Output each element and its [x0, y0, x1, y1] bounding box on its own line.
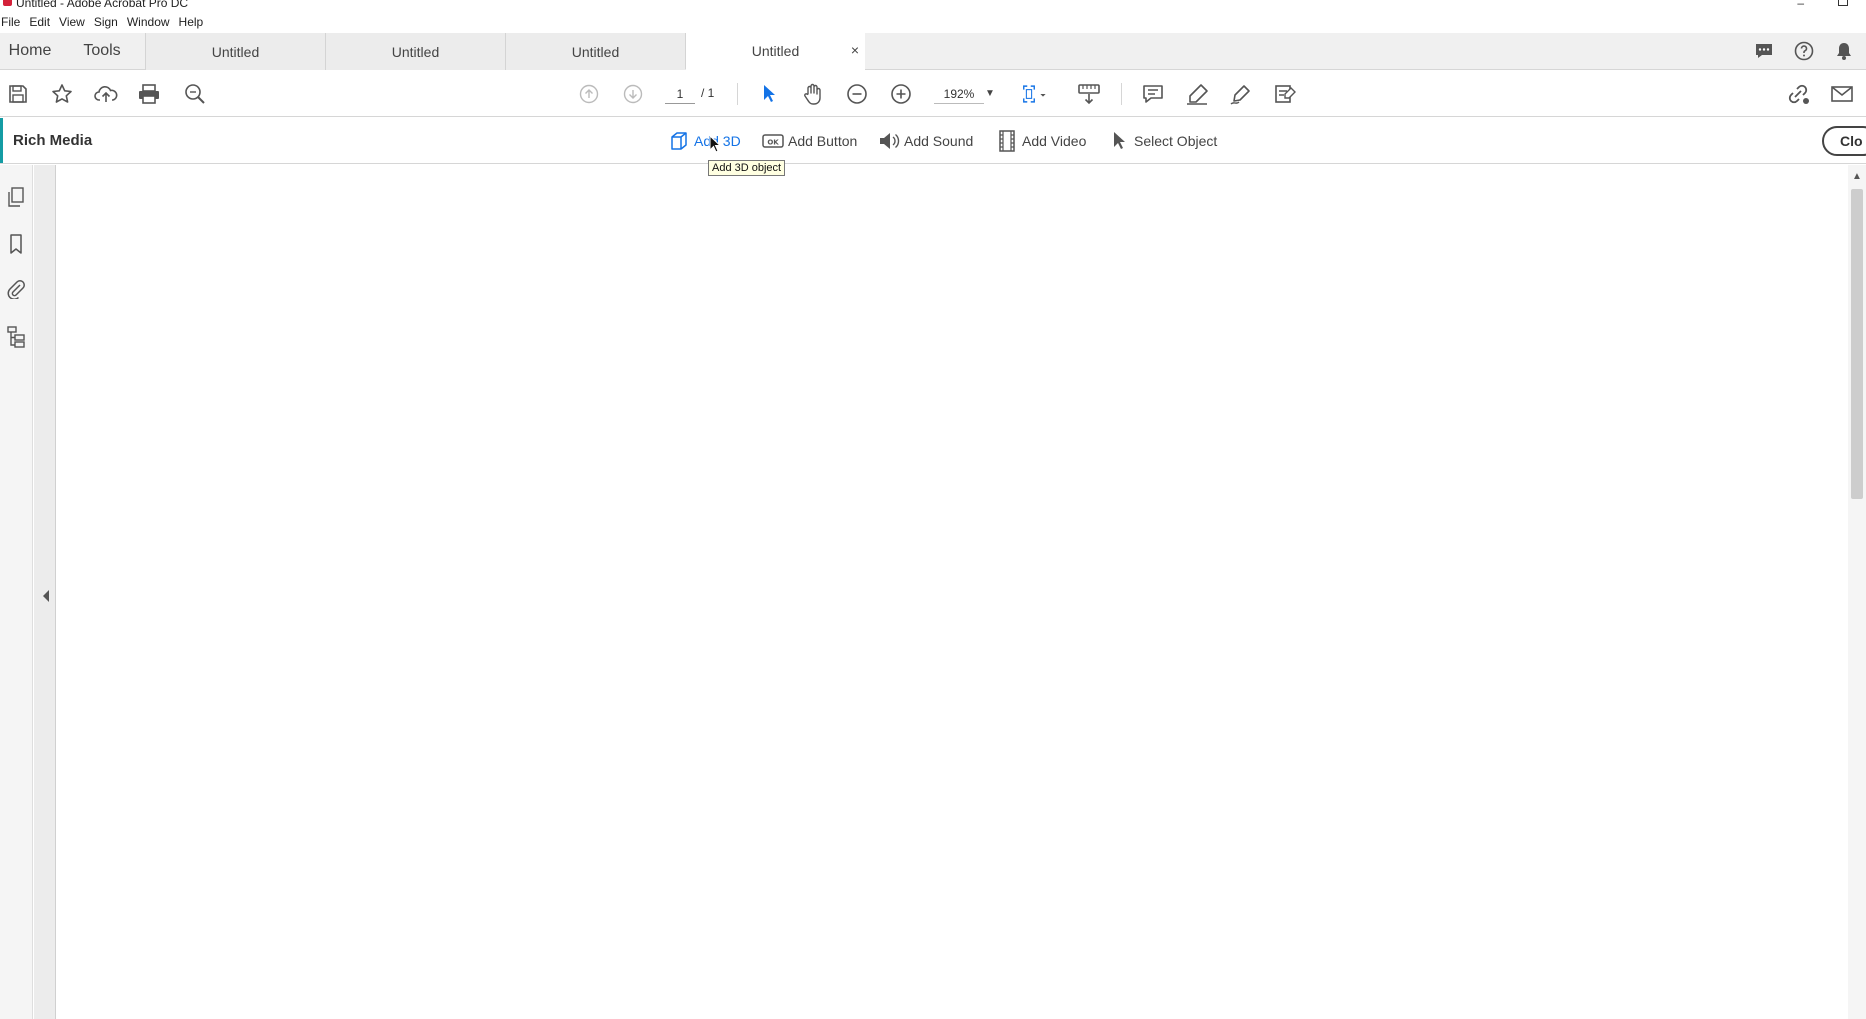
comment-icon[interactable] [1139, 80, 1167, 108]
sign-icon[interactable] [1227, 80, 1255, 108]
add-button-label: Add Button [788, 133, 858, 149]
bookmark-icon[interactable] [4, 232, 28, 256]
restore-button[interactable] [1838, 0, 1848, 6]
rich-media-title: Rich Media [13, 132, 93, 149]
add-button-button[interactable]: OK Add Button [762, 129, 857, 153]
zoom-out-icon[interactable] [843, 80, 871, 108]
add-3d-button[interactable]: Add 3D [668, 129, 741, 153]
menu-view[interactable]: View [59, 15, 94, 29]
search-zoom-icon[interactable] [181, 80, 209, 108]
upload-icon[interactable] [92, 80, 120, 108]
attachment-icon[interactable] [4, 277, 28, 301]
bell-icon[interactable] [1830, 33, 1858, 69]
collapse-panel-icon[interactable] [43, 590, 49, 602]
document-viewport[interactable] [34, 165, 1848, 1019]
rich-media-toolbar: Rich Media Add 3D OK Add Button Add Soun… [0, 118, 1866, 164]
menu-window[interactable]: Window [127, 15, 179, 29]
layers-tree-icon[interactable] [4, 325, 28, 349]
redact-icon[interactable] [1271, 80, 1299, 108]
scroll-up-icon[interactable]: ▲ [1852, 171, 1862, 182]
minimize-button[interactable]: – [1797, 0, 1804, 10]
acrobat-logo-icon [3, 0, 12, 6]
tab-close-icon[interactable]: × [851, 42, 859, 58]
document-tab-label: Untitled [751, 43, 800, 59]
save-icon[interactable] [4, 80, 32, 108]
star-icon[interactable] [48, 80, 76, 108]
cube-icon [668, 130, 690, 152]
left-nav-panel [0, 165, 33, 1019]
highlight-icon[interactable] [1183, 80, 1211, 108]
document-tab-label: Untitled [391, 43, 440, 60]
speaker-icon [878, 130, 900, 152]
menu-file[interactable]: File [1, 15, 29, 29]
svg-text:OK: OK [767, 139, 779, 147]
vertical-scrollbar[interactable]: ▲ [1848, 165, 1866, 1019]
help-icon[interactable] [1790, 33, 1818, 69]
toolbar-divider [1121, 83, 1122, 105]
tooltip: Add 3D object [708, 160, 786, 176]
document-tab[interactable]: Untitled [325, 33, 505, 70]
tabbar-actions [1738, 33, 1866, 69]
rich-media-accent-bar [0, 118, 3, 163]
fit-page-icon[interactable] [1022, 80, 1050, 108]
zoom-level-input[interactable]: 192% [934, 84, 984, 104]
print-icon[interactable] [135, 80, 163, 108]
scrollbar-thumb[interactable] [1851, 189, 1863, 499]
ok-button-icon: OK [762, 130, 784, 152]
add-video-button[interactable]: Add Video [996, 129, 1086, 153]
document-tab[interactable]: Untitled [505, 33, 685, 70]
prev-page-icon[interactable] [575, 80, 603, 108]
chat-icon[interactable] [1750, 33, 1778, 69]
select-object-button[interactable]: Select Object [1108, 129, 1217, 153]
menu-bar: File Edit View Sign Window Help [0, 12, 212, 32]
page-total: / 1 [701, 86, 715, 100]
document-tab-active[interactable]: Untitled × [685, 33, 865, 70]
add-sound-label: Add Sound [904, 133, 974, 149]
email-icon[interactable] [1828, 80, 1856, 108]
page-thumbnails-icon[interactable] [4, 185, 28, 209]
add-video-label: Add Video [1022, 133, 1087, 149]
tab-home[interactable]: Home [0, 33, 60, 69]
film-icon [996, 130, 1018, 152]
window-title: Untitled - Adobe Acrobat Pro DC [16, 0, 189, 10]
select-object-label: Select Object [1134, 133, 1218, 149]
mouse-cursor-icon [709, 135, 721, 153]
zoom-dropdown-icon[interactable]: ▼ [985, 88, 995, 99]
tab-tools[interactable]: Tools [62, 33, 142, 69]
share-link-icon[interactable] [1784, 80, 1812, 108]
document-page[interactable] [55, 165, 1848, 1019]
menu-help[interactable]: Help [179, 15, 213, 29]
acrobat-window: Untitled - Adobe Acrobat Pro DC – File E… [0, 0, 1866, 1019]
main-toolbar: 1 / 1 192% ▼ [0, 71, 1866, 117]
page-number-input[interactable]: 1 [665, 84, 695, 104]
zoom-in-icon[interactable] [887, 80, 915, 108]
next-page-icon[interactable] [619, 80, 647, 108]
close-rich-media-button[interactable]: Clo [1822, 126, 1866, 156]
add-sound-button[interactable]: Add Sound [878, 129, 973, 153]
title-bar: Untitled - Adobe Acrobat Pro DC – [0, 0, 1866, 10]
arrow-cursor-icon [1108, 130, 1130, 152]
toolbar-divider [737, 83, 738, 105]
document-tab-label: Untitled [571, 43, 620, 60]
document-tab-label: Untitled [211, 43, 260, 60]
menu-sign[interactable]: Sign [94, 15, 127, 29]
menu-edit[interactable]: Edit [29, 15, 59, 29]
scroll-mode-icon[interactable] [1075, 80, 1103, 108]
hand-icon[interactable] [799, 80, 827, 108]
tab-bar: Home Tools Untitled Untitled Untitled Un… [0, 33, 1866, 70]
document-tab[interactable]: Untitled [145, 33, 325, 70]
select-cursor-icon[interactable] [755, 80, 783, 108]
